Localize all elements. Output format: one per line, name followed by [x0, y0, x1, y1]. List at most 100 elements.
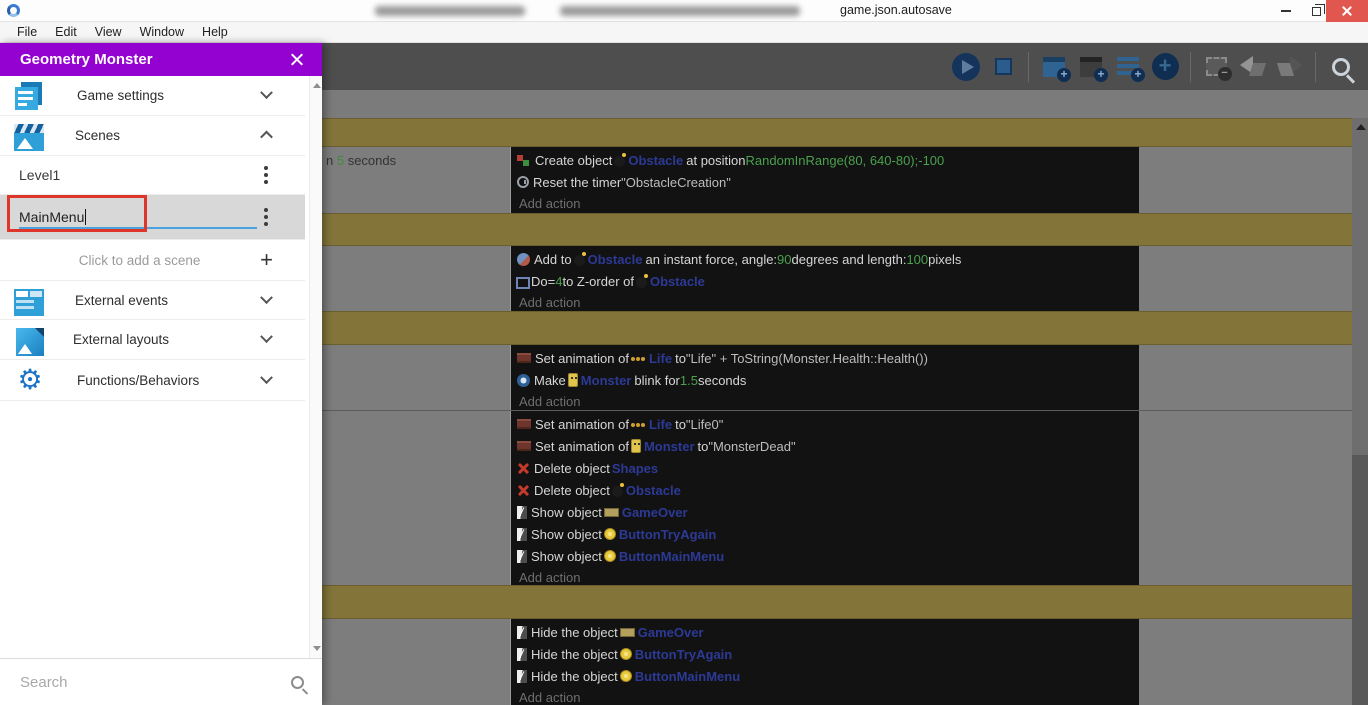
event-action[interactable]: Hide the object ButtonMainMenu — [517, 665, 1139, 687]
scene-item-level1[interactable]: Level1 — [0, 156, 305, 195]
menu-edit[interactable]: Edit — [46, 25, 86, 39]
menu-help[interactable]: Help — [193, 25, 237, 39]
object-name: ButtonMainMenu — [618, 548, 725, 564]
sidebar-item-external-events[interactable]: External events — [0, 281, 305, 320]
event-actions: Set animation of Life to "Life" + ToStri… — [511, 345, 1139, 410]
search-icon[interactable] — [291, 675, 304, 689]
comment-row[interactable] — [322, 311, 1352, 345]
add-event-button[interactable] — [1037, 49, 1071, 85]
scrollbar-thumb[interactable] — [1352, 455, 1368, 705]
bomb-object-icon — [611, 482, 624, 497]
search-button[interactable] — [1324, 49, 1358, 85]
search-input[interactable]: Search — [0, 658, 322, 705]
event-row-filler — [1139, 246, 1352, 311]
event-row[interactable]: Hide the object GameOver Hide the object … — [322, 619, 1352, 705]
sidebar-item-external-layouts[interactable]: External layouts — [0, 320, 305, 360]
event-text: 90 — [777, 251, 792, 267]
event-action[interactable]: Show object ButtonMainMenu — [517, 545, 1139, 567]
add-subevent-button[interactable] — [1074, 49, 1108, 85]
event-conditions[interactable] — [322, 411, 511, 585]
comment-row[interactable] — [322, 118, 1352, 147]
event-action[interactable]: Show object GameOver — [517, 501, 1139, 523]
event-text: "Life" + ToString(Monster.Health::Health… — [685, 350, 928, 366]
title-bar: game.json.autosave — [0, 0, 1368, 22]
menu-view[interactable]: View — [86, 25, 131, 39]
scroll-up-icon[interactable] — [1356, 124, 1366, 130]
sidebar-item-functions-behaviors[interactable]: ⚙ Functions/Behaviors — [0, 360, 305, 401]
add-scene-label: Click to add a scene — [78, 252, 201, 268]
events-rows: n 5 seconds Create object Obstacle at pos… — [322, 118, 1352, 705]
toolbar-separator — [1315, 51, 1316, 82]
sidebar-item-game-settings[interactable]: Game settings — [0, 76, 305, 116]
event-text: degrees and length: — [791, 251, 907, 267]
event-row[interactable]: n 5 seconds Create object Obstacle at pos… — [322, 147, 1352, 213]
menu-window[interactable]: Window — [131, 25, 193, 39]
add-action-button[interactable]: Add action — [517, 292, 1139, 311]
event-action[interactable]: Delete object Shapes — [517, 457, 1139, 479]
event-action[interactable]: Do = 4 to Z-order of Obstacle — [516, 270, 1139, 292]
event-text: Set animation of — [535, 416, 629, 432]
preview-button[interactable] — [949, 49, 983, 85]
event-action[interactable]: Set animation of Life to "Life0" — [517, 413, 1139, 435]
event-text: RandomInRange(80, 640-80);-100 — [745, 152, 945, 168]
sidebar-item-scenes[interactable]: Scenes — [0, 116, 305, 156]
search-icon — [1332, 57, 1350, 76]
scroll-up-icon[interactable] — [313, 83, 321, 88]
event-condition[interactable]: n 5 seconds — [326, 150, 506, 172]
add-action-button[interactable]: Add action — [517, 193, 1139, 213]
event-action[interactable]: Add to Obstacle an instant force, angle:… — [517, 248, 1139, 270]
event-row[interactable]: Add to Obstacle an instant force, angle:… — [322, 246, 1352, 311]
add-scene-button[interactable]: Click to add a scene + — [0, 240, 305, 281]
object-name: GameOver — [637, 624, 704, 640]
event-action[interactable]: Delete object Obstacle — [517, 479, 1139, 501]
event-row[interactable]: Set animation of Life to "Life0" Set anim… — [322, 410, 1352, 585]
add-something-button[interactable] — [1148, 49, 1182, 85]
comment-row[interactable] — [322, 213, 1352, 246]
event-conditions[interactable]: n 5 seconds — [322, 147, 511, 213]
add-action-button[interactable]: Add action — [517, 567, 1139, 585]
add-action-button[interactable]: Add action — [517, 391, 1139, 410]
add-event-icon — [1043, 56, 1071, 82]
event-action[interactable]: Reset the timer "ObstacleCreation" — [517, 171, 1139, 193]
preview-icon — [952, 52, 980, 81]
close-window-button[interactable] — [1326, 0, 1368, 22]
events-scrollbar[interactable] — [1352, 118, 1368, 705]
event-action[interactable]: Set animation of Monster to "MonsterDead… — [517, 435, 1139, 457]
menu-file[interactable]: File — [8, 25, 46, 39]
close-project-manager-button[interactable] — [284, 48, 308, 72]
event-action[interactable]: Hide the object ButtonTryAgain — [517, 643, 1139, 665]
add-action-button[interactable]: Add action — [517, 687, 1139, 705]
event-action[interactable]: Set animation of Life to "Life" + ToStri… — [517, 347, 1139, 369]
event-conditions[interactable] — [322, 619, 511, 705]
project-manager-drawer: Geometry Monster Game settings Scenes Le… — [0, 43, 322, 705]
external-events-icon — [14, 288, 44, 316]
redo-button[interactable] — [1273, 49, 1307, 85]
event-text: Hide the object — [531, 668, 618, 684]
project-manager-header: Geometry Monster — [0, 43, 322, 76]
event-text: Delete object — [534, 482, 610, 498]
minimize-button[interactable] — [1272, 0, 1300, 22]
comment-row[interactable] — [322, 585, 1352, 619]
delete-selection-button[interactable] — [1199, 49, 1233, 85]
event-row[interactable]: Set animation of Life to "Life" + ToStri… — [322, 345, 1352, 410]
event-text: seconds — [697, 372, 747, 388]
drawer-scrollbar[interactable] — [309, 76, 322, 658]
project-title: Geometry Monster — [20, 51, 153, 68]
event-action[interactable]: Create object Obstacle at position Rando… — [517, 149, 1139, 171]
event-conditions[interactable] — [322, 246, 511, 311]
scene-options-kebab-icon[interactable] — [259, 208, 273, 226]
event-conditions[interactable] — [322, 345, 511, 410]
search-placeholder: Search — [20, 673, 68, 691]
event-action[interactable]: Show object ButtonTryAgain — [517, 523, 1139, 545]
undo-button[interactable] — [1236, 49, 1270, 85]
add-comment-button[interactable] — [1111, 49, 1145, 85]
event-text: Show object — [531, 526, 602, 542]
scene-options-kebab-icon[interactable] — [259, 166, 273, 184]
scroll-down-icon[interactable] — [313, 646, 321, 651]
debug-button[interactable] — [986, 49, 1020, 85]
event-action[interactable]: Make Monster blink for 1.5 seconds — [517, 369, 1139, 391]
object-name: ButtonMainMenu — [634, 668, 741, 684]
event-action[interactable]: Hide the object GameOver — [517, 621, 1139, 643]
delete-action-icon — [517, 484, 530, 497]
event-text: Add to — [534, 251, 572, 267]
